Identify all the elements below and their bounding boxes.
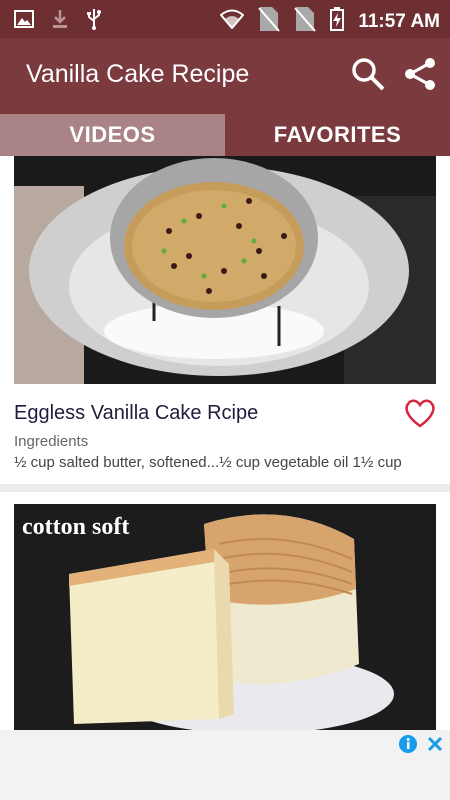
thumbnail-caption: cotton soft: [22, 514, 130, 540]
ad-banner[interactable]: [0, 730, 450, 800]
search-icon[interactable]: [350, 56, 386, 97]
page-title: Vanilla Cake Recipe: [26, 60, 250, 88]
recipe-title[interactable]: Eggless Vanilla Cake Rcipe: [14, 402, 258, 425]
close-icon[interactable]: [426, 735, 444, 758]
heart-outline-icon[interactable]: [404, 398, 436, 433]
status-time: 11:57 AM: [358, 10, 440, 32]
tab-bar: VIDEOS FAVORITES: [0, 114, 450, 156]
image-icon: [14, 10, 34, 33]
wifi-icon: [219, 9, 245, 34]
recipe-thumbnail[interactable]: [14, 156, 436, 384]
recipe-thumbnail[interactable]: cotton soft: [14, 504, 436, 730]
info-icon[interactable]: [398, 734, 418, 759]
share-icon[interactable]: [402, 56, 438, 97]
status-bar: 11:57 AM: [0, 0, 450, 38]
usb-icon: [86, 8, 102, 35]
recipe-section-label: Ingredients: [14, 433, 89, 450]
recipe-list[interactable]: Eggless Vanilla Cake Rcipe Ingredients ½…: [0, 156, 450, 730]
recipe-card[interactable]: Eggless Vanilla Cake Rcipe Ingredients ½…: [0, 156, 450, 484]
tab-videos[interactable]: VIDEOS: [0, 114, 225, 156]
no-sim-icon: [258, 6, 281, 37]
app-bar: Vanilla Cake Recipe: [0, 38, 450, 114]
tab-favorites[interactable]: FAVORITES: [225, 114, 450, 156]
recipe-preview: ½ cup salted butter, softened...½ cup ve…: [14, 454, 402, 471]
battery-charging-icon: [330, 7, 345, 36]
recipe-card[interactable]: cotton soft: [0, 492, 450, 730]
no-sim-icon: [294, 6, 317, 37]
download-icon: [52, 9, 68, 34]
